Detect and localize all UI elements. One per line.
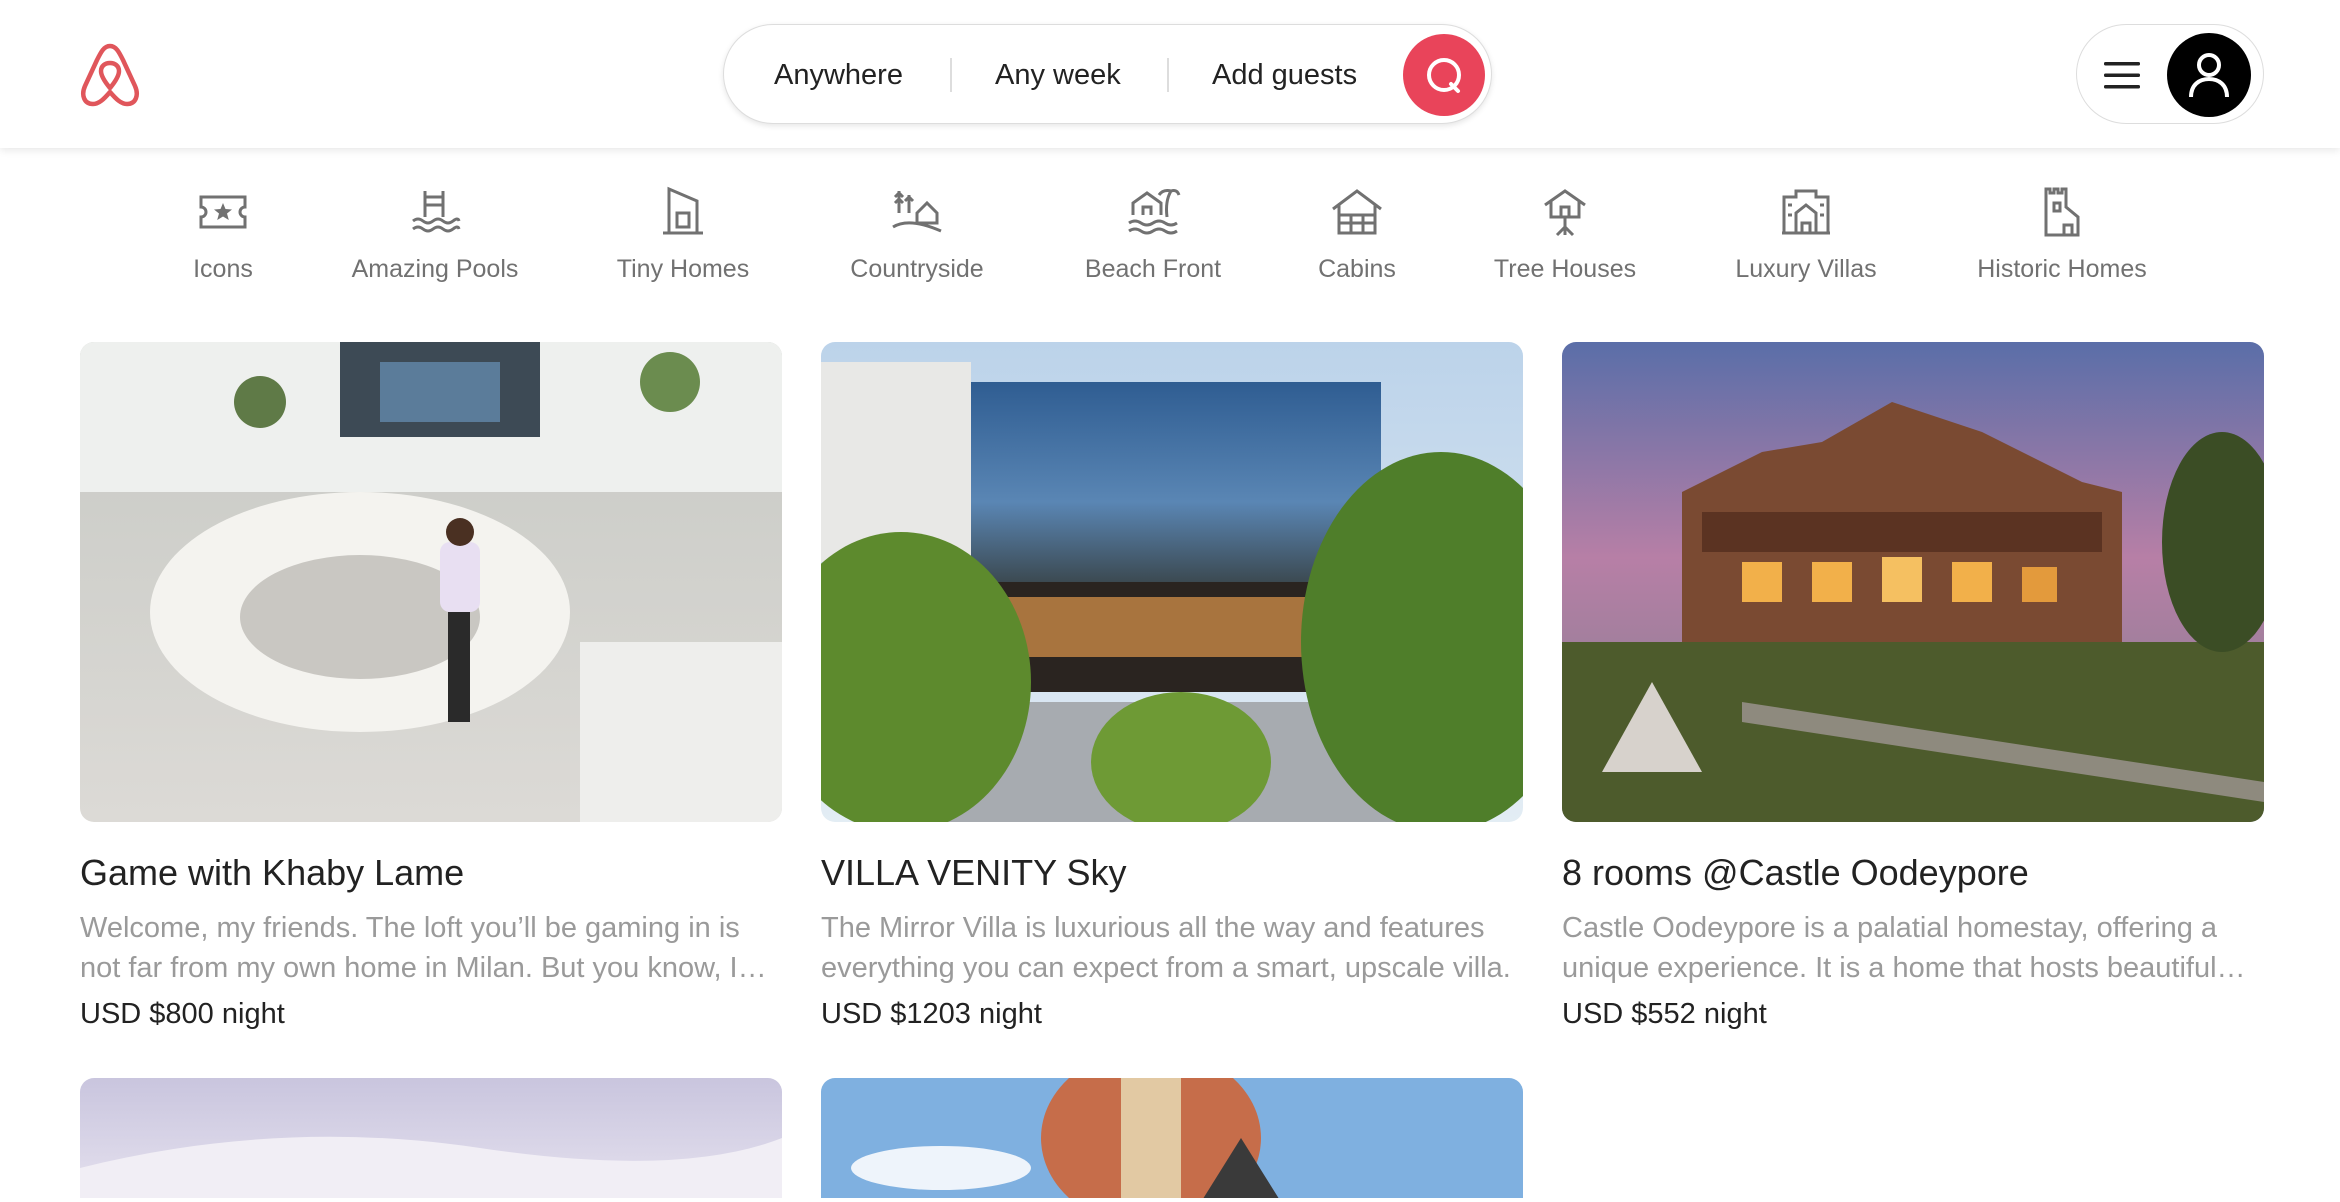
category-historic-homes[interactable]: Historic Homes [1971,183,2153,293]
search-button[interactable] [1403,34,1485,116]
airbnb-logo-icon[interactable] [78,40,142,110]
search-icon [1427,58,1461,93]
top-header: Anywhere Any week Add guests [0,0,2340,148]
category-cabins[interactable]: Cabins [1317,183,1397,293]
listing-title: Game with Khaby Lame [80,852,465,893]
listing-price-line: USD $800 night [80,998,285,1031]
divider [950,58,952,92]
category-tiny-homes[interactable]: Tiny Homes [613,183,753,293]
avatar[interactable] [2167,33,2251,117]
listing-title: 8 rooms @Castle Oodeypore [1562,852,2029,893]
category-countryside[interactable]: Countryside [846,183,988,293]
hamburger-menu-icon [2104,62,2140,89]
listing-image[interactable] [1562,342,2264,822]
beach-icon [1128,189,1181,235]
listing-price: USD $552 [1562,998,1696,1030]
user-icon [2189,53,2229,98]
pool-icon [412,191,461,233]
price-unit: night [221,998,285,1030]
search-bar[interactable]: Anywhere Any week Add guests [723,24,1492,124]
add-guests-button[interactable]: Add guests [1212,25,1357,125]
villa-icon [1782,189,1830,235]
listing-image[interactable] [80,342,782,822]
ticket-star-icon [199,195,247,229]
countryside-icon [892,190,942,233]
category-label: Icons [193,255,253,283]
any-week-button[interactable]: Any week [995,25,1121,125]
category-label: Amazing Pools [351,255,519,283]
category-label: Tree Houses [1493,255,1637,283]
listing-title: VILLA VENITY Sky [821,852,1127,893]
price-unit: night [1703,998,1767,1030]
listing-price: USD $1203 [821,998,971,1030]
listing-image[interactable] [80,1078,782,1198]
cabin-icon [1332,189,1382,235]
category-label: Historic Homes [1977,255,2147,283]
user-menu-button[interactable] [2076,24,2264,124]
anywhere-button[interactable]: Anywhere [774,25,903,125]
listing-description: Welcome, my friends. The loft you’ll be … [80,912,740,984]
category-amazing-pools[interactable]: Amazing Pools [350,183,520,293]
tiny-home-icon [663,186,703,235]
listing-image[interactable] [821,1078,1523,1198]
listing-image[interactable] [821,342,1523,822]
listing-description: The Mirror Villa is luxurious all the wa… [821,912,1511,984]
listing-description: Castle Oodeypore is a palatial homestay,… [1562,912,2218,984]
divider [1167,58,1169,92]
category-label: Tiny Homes [616,255,750,283]
listing-price-line: USD $552 night [1562,998,1767,1031]
tree-house-icon [1544,189,1586,237]
category-luxury-villas[interactable]: Luxury Villas [1731,183,1881,293]
category-label: Luxury Villas [1735,255,1877,283]
listing-price: USD $800 [80,998,214,1030]
price-unit: night [979,998,1042,1030]
listing-price-line: USD $1203 night [821,998,1042,1031]
castle-icon [2044,187,2080,237]
category-tree-houses[interactable]: Tree Houses [1490,183,1640,293]
category-beach-front[interactable]: Beach Front [1083,183,1223,293]
category-label: Countryside [850,255,984,283]
category-icons[interactable]: Icons [183,183,263,293]
category-label: Beach Front [1084,255,1222,283]
category-label: Cabins [1318,255,1396,283]
